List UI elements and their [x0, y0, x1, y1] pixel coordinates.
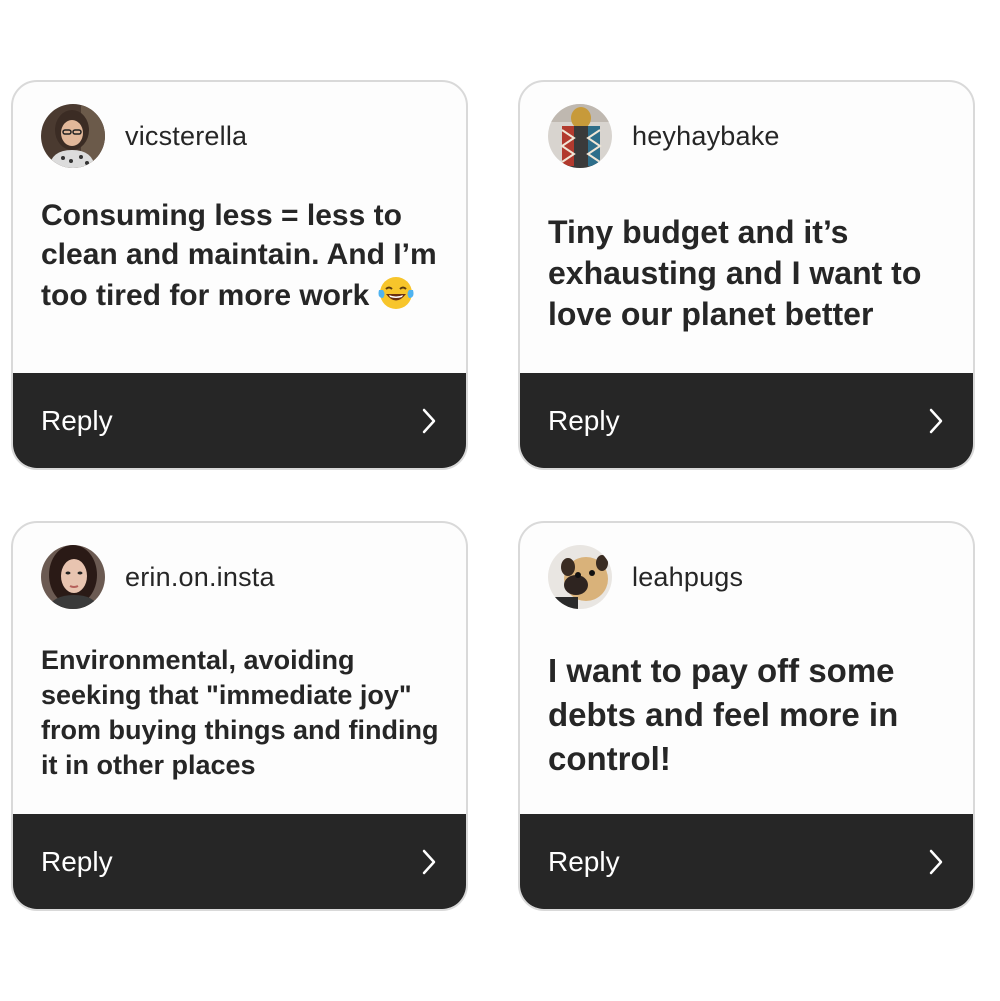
avatar[interactable]: [41, 104, 105, 168]
username[interactable]: heyhaybake: [632, 121, 780, 152]
response-card: leahpugs I want to pay off some debts an…: [518, 521, 975, 911]
username[interactable]: leahpugs: [632, 562, 743, 593]
avatar[interactable]: [41, 545, 105, 609]
card-header: vicsterella: [41, 104, 247, 168]
response-card: heyhaybake Tiny budget and it’s exhausti…: [518, 80, 975, 470]
response-card: erin.on.insta Environmental, avoiding se…: [11, 521, 468, 911]
username[interactable]: erin.on.insta: [125, 562, 275, 593]
reply-label: Reply: [41, 845, 113, 877]
chevron-right-icon: [927, 407, 945, 435]
chevron-right-icon: [927, 848, 945, 876]
reply-label: Reply: [41, 404, 113, 436]
response-message: I want to pay off some debts and feel mo…: [548, 652, 899, 777]
laughing-tears-emoji-icon: [377, 274, 415, 312]
avatar[interactable]: [548, 545, 612, 609]
card-header: leahpugs: [548, 545, 743, 609]
card-header: heyhaybake: [548, 104, 780, 168]
reply-button[interactable]: Reply: [13, 373, 466, 468]
response-card: vicsterella Consuming less = less to cle…: [11, 80, 468, 470]
response-message: Environmental, avoiding seeking that "im…: [41, 645, 439, 780]
reply-label: Reply: [548, 404, 620, 436]
chevron-right-icon: [420, 848, 438, 876]
username[interactable]: vicsterella: [125, 121, 247, 152]
response-message: Consuming less = less to clean and maint…: [41, 196, 444, 315]
reply-button[interactable]: Reply: [520, 814, 973, 909]
chevron-right-icon: [420, 407, 438, 435]
response-message: Tiny budget and it’s exhausting and I wa…: [548, 214, 922, 332]
reply-button[interactable]: Reply: [13, 814, 466, 909]
card-header: erin.on.insta: [41, 545, 275, 609]
avatar[interactable]: [548, 104, 612, 168]
reply-label: Reply: [548, 845, 620, 877]
reply-button[interactable]: Reply: [520, 373, 973, 468]
